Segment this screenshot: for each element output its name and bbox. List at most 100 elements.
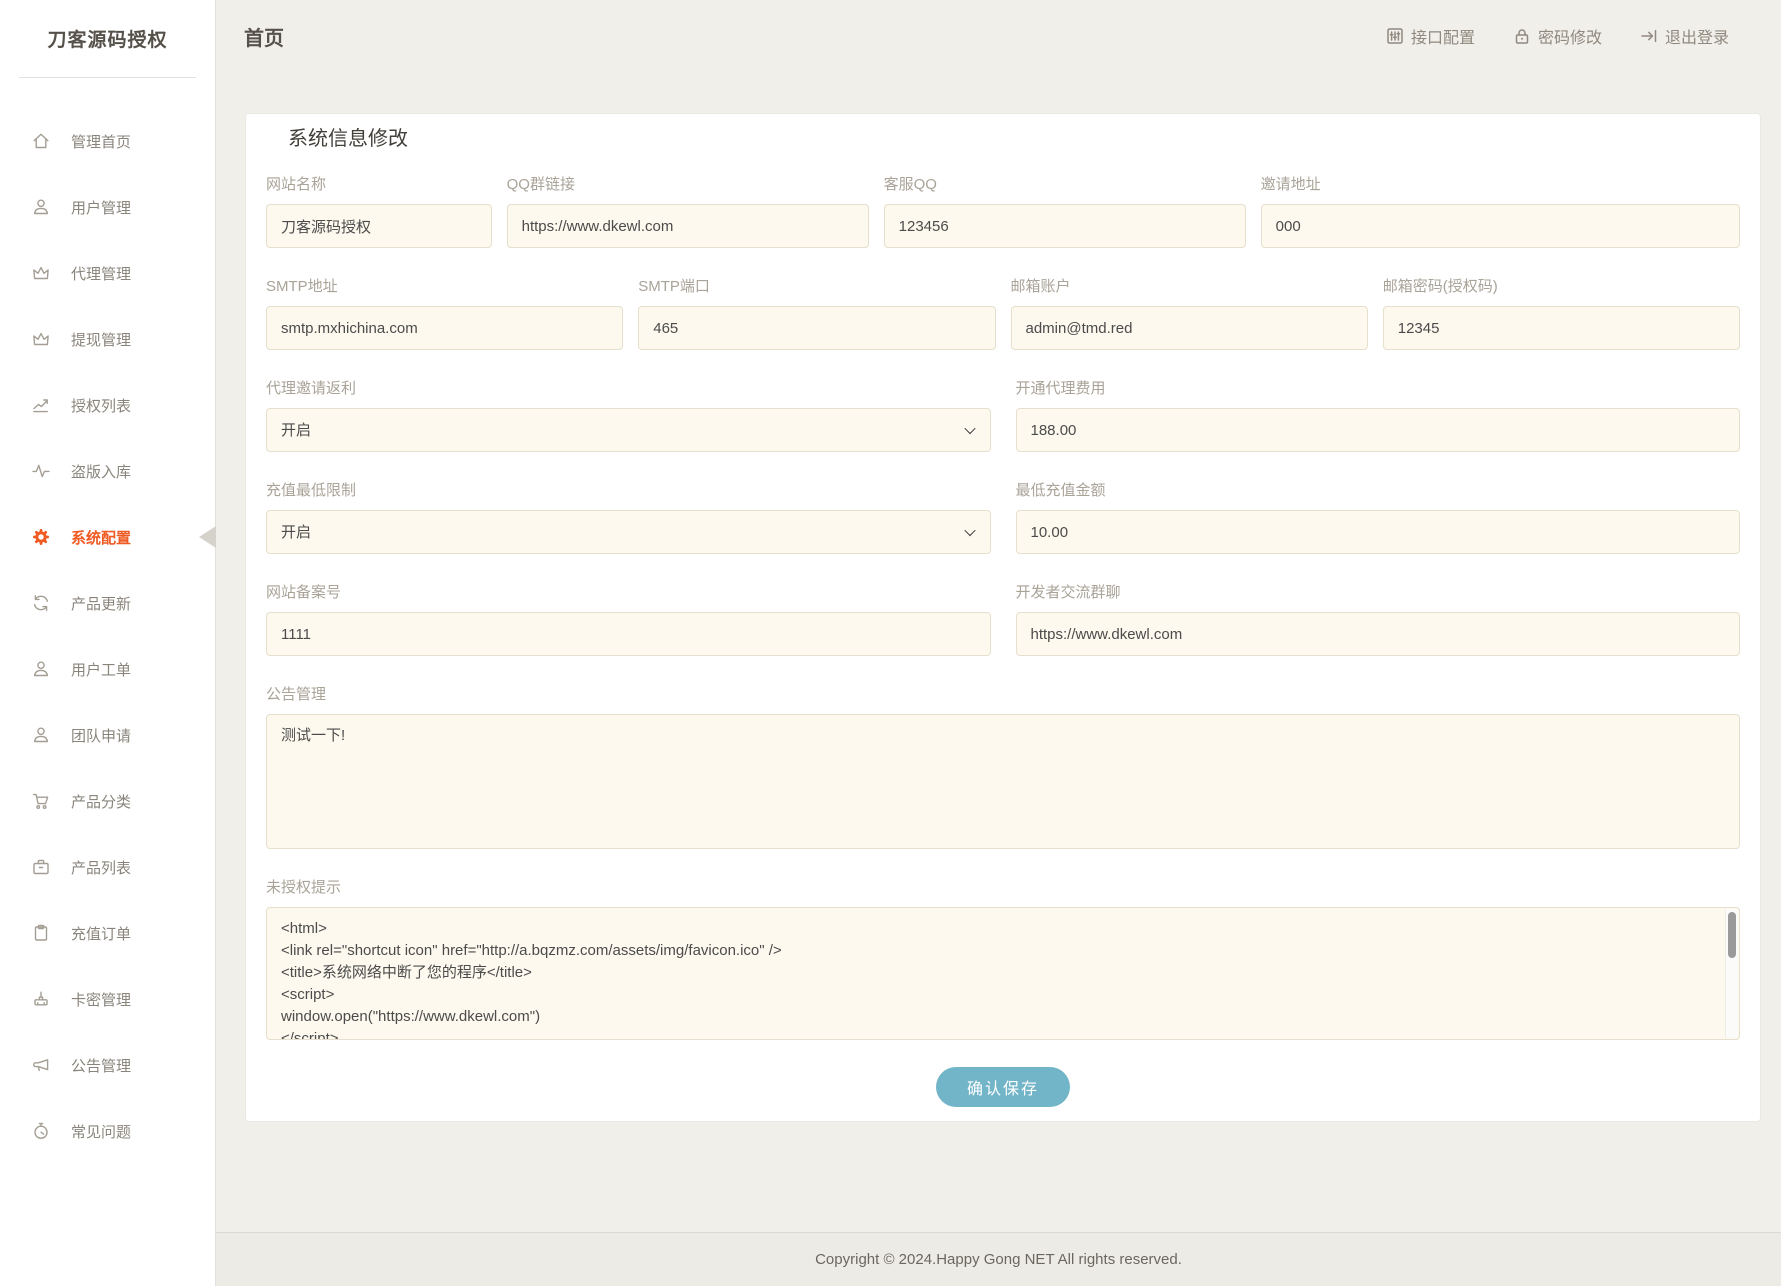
api-config-label: 接口配置	[1411, 24, 1475, 48]
home-icon	[31, 131, 51, 151]
pulse-icon	[31, 461, 51, 481]
recharge-min-limit-select[interactable]: 开启	[266, 510, 991, 554]
crown-icon	[31, 329, 51, 349]
service-qq-input[interactable]	[884, 204, 1246, 248]
sidebar-item-recharge-orders[interactable]: 充值订单	[0, 900, 215, 966]
user-icon	[31, 725, 51, 745]
smtp-port-input[interactable]	[638, 306, 995, 350]
unauthorized-notice-textarea[interactable]: <html> <link rel="shortcut icon" href="h…	[266, 907, 1740, 1040]
icp-number-input[interactable]	[266, 612, 991, 656]
sidebar-item-agents[interactable]: 代理管理	[0, 240, 215, 306]
email-account-input[interactable]	[1011, 306, 1368, 350]
sidebar-item-product-list[interactable]: 产品列表	[0, 834, 215, 900]
topbar-actions: 接口配置 密码修改 退出登录	[1386, 24, 1729, 48]
sidebar-item-user-tickets[interactable]: 用户工单	[0, 636, 215, 702]
change-password-label: 密码修改	[1538, 24, 1602, 48]
field-smtp-port: SMTP端口	[638, 276, 995, 350]
sidebar: 刀客源码授权 管理首页 用户管理 代理管理 提现管理 授权列表 盗版入库	[0, 0, 216, 1286]
invite-address-input[interactable]	[1261, 204, 1740, 248]
content-area: 系统信息修改 网站名称 QQ群链接 客服QQ 邀请地址	[216, 72, 1781, 1232]
sidebar-item-label: 公告管理	[71, 1055, 131, 1076]
field-service-qq: 客服QQ	[884, 174, 1246, 248]
sidebar-item-announcements[interactable]: 公告管理	[0, 1032, 215, 1098]
sidebar-item-label: 团队申请	[71, 725, 131, 746]
developer-group-chat-input[interactable]	[1016, 612, 1741, 656]
card-title: 系统信息修改	[288, 126, 1740, 152]
sidebar-item-card-keys[interactable]: 卡密管理	[0, 966, 215, 1032]
field-qq-group-link: QQ群链接	[507, 174, 869, 248]
logout-button[interactable]: 退出登录	[1640, 24, 1729, 48]
sidebar-item-label: 用户工单	[71, 659, 131, 680]
qq-group-link-input[interactable]	[507, 204, 869, 248]
email-password-input[interactable]	[1383, 306, 1740, 350]
crown-icon	[31, 263, 51, 283]
sidebar-item-label: 产品更新	[71, 593, 131, 614]
email-password-label: 邮箱密码(授权码)	[1383, 276, 1740, 297]
textarea-scrollbar[interactable]	[1725, 909, 1738, 1038]
footer: Copyright © 2024.Happy Gong NET All righ…	[216, 1232, 1781, 1286]
recharge-min-limit-label: 充值最低限制	[266, 480, 991, 501]
copyright-text: Copyright © 2024.Happy Gong NET All righ…	[815, 1251, 1182, 1268]
sidebar-item-product-update[interactable]: 产品更新	[0, 570, 215, 636]
field-unauthorized-notice: 未授权提示 <html> <link rel="shortcut icon" h…	[266, 877, 1740, 1040]
agent-invite-rebate-select[interactable]: 开启	[266, 408, 991, 452]
field-icp-number: 网站备案号	[266, 582, 991, 656]
smtp-address-input[interactable]	[266, 306, 623, 350]
smtp-port-label: SMTP端口	[638, 276, 995, 297]
qq-group-link-label: QQ群链接	[507, 174, 869, 195]
chart-line-icon	[31, 395, 51, 415]
sidebar-item-auth-list[interactable]: 授权列表	[0, 372, 215, 438]
field-developer-group-chat: 开发者交流群聊	[1016, 582, 1741, 656]
sidebar-item-users[interactable]: 用户管理	[0, 174, 215, 240]
topbar: 首页 接口配置 密码修改 退出登录	[216, 0, 1781, 72]
sidebar-item-dashboard[interactable]: 管理首页	[0, 108, 215, 174]
sidebar-item-team-apply[interactable]: 团队申请	[0, 702, 215, 768]
site-name-input[interactable]	[266, 204, 492, 248]
field-email-password: 邮箱密码(授权码)	[1383, 276, 1740, 350]
app-logo: 刀客源码授权	[0, 0, 215, 77]
sidebar-item-label: 充值订单	[71, 923, 131, 944]
sidebar-item-product-category[interactable]: 产品分类	[0, 768, 215, 834]
developer-group-chat-label: 开发者交流群聊	[1016, 582, 1741, 603]
email-account-label: 邮箱账户	[1011, 276, 1368, 297]
textarea-scrollbar-thumb[interactable]	[1728, 912, 1736, 958]
user-icon	[31, 659, 51, 679]
sidebar-item-faq[interactable]: 常见问题	[0, 1098, 215, 1164]
icp-number-label: 网站备案号	[266, 582, 991, 603]
sidebar-item-label: 卡密管理	[71, 989, 131, 1010]
sidebar-item-label: 授权列表	[71, 395, 131, 416]
min-recharge-amount-input[interactable]	[1016, 510, 1741, 554]
announcement-textarea[interactable]: 测试一下!	[266, 714, 1740, 849]
change-password-button[interactable]: 密码修改	[1513, 24, 1602, 48]
field-agent-invite-rebate: 代理邀请返利 开启	[266, 378, 991, 452]
sidebar-item-label: 管理首页	[71, 131, 131, 152]
user-icon	[31, 197, 51, 217]
sidebar-item-label: 产品列表	[71, 857, 131, 878]
save-button[interactable]: 确认保存	[936, 1067, 1070, 1107]
sidebar-item-piracy-intake[interactable]: 盗版入库	[0, 438, 215, 504]
logout-label: 退出登录	[1665, 24, 1729, 48]
agent-open-fee-input[interactable]	[1016, 408, 1741, 452]
field-email-account: 邮箱账户	[1011, 276, 1368, 350]
sidebar-item-label: 盗版入库	[71, 461, 131, 482]
briefcase-icon	[31, 857, 51, 877]
api-config-button[interactable]: 接口配置	[1386, 24, 1475, 48]
site-name-label: 网站名称	[266, 174, 492, 195]
system-config-card: 系统信息修改 网站名称 QQ群链接 客服QQ 邀请地址	[245, 113, 1761, 1122]
sidebar-item-label: 提现管理	[71, 329, 131, 350]
main-area: 首页 接口配置 密码修改 退出登录 系统信息修改 网站名称	[216, 0, 1781, 1286]
field-site-name: 网站名称	[266, 174, 492, 248]
announcement-label: 公告管理	[266, 684, 1740, 705]
min-recharge-amount-label: 最低充值金额	[1016, 480, 1741, 501]
logout-icon	[1640, 27, 1658, 45]
field-min-recharge-amount: 最低充值金额	[1016, 480, 1741, 554]
sidebar-item-system-config[interactable]: 系统配置	[0, 504, 215, 570]
gear-icon	[31, 527, 51, 547]
sidebar-item-label: 用户管理	[71, 197, 131, 218]
page-title: 首页	[244, 22, 284, 51]
sidebar-item-label: 产品分类	[71, 791, 131, 812]
field-agent-open-fee: 开通代理费用	[1016, 378, 1741, 452]
agent-invite-rebate-label: 代理邀请返利	[266, 378, 991, 399]
sidebar-item-withdrawals[interactable]: 提现管理	[0, 306, 215, 372]
sliders-icon	[1386, 27, 1404, 45]
